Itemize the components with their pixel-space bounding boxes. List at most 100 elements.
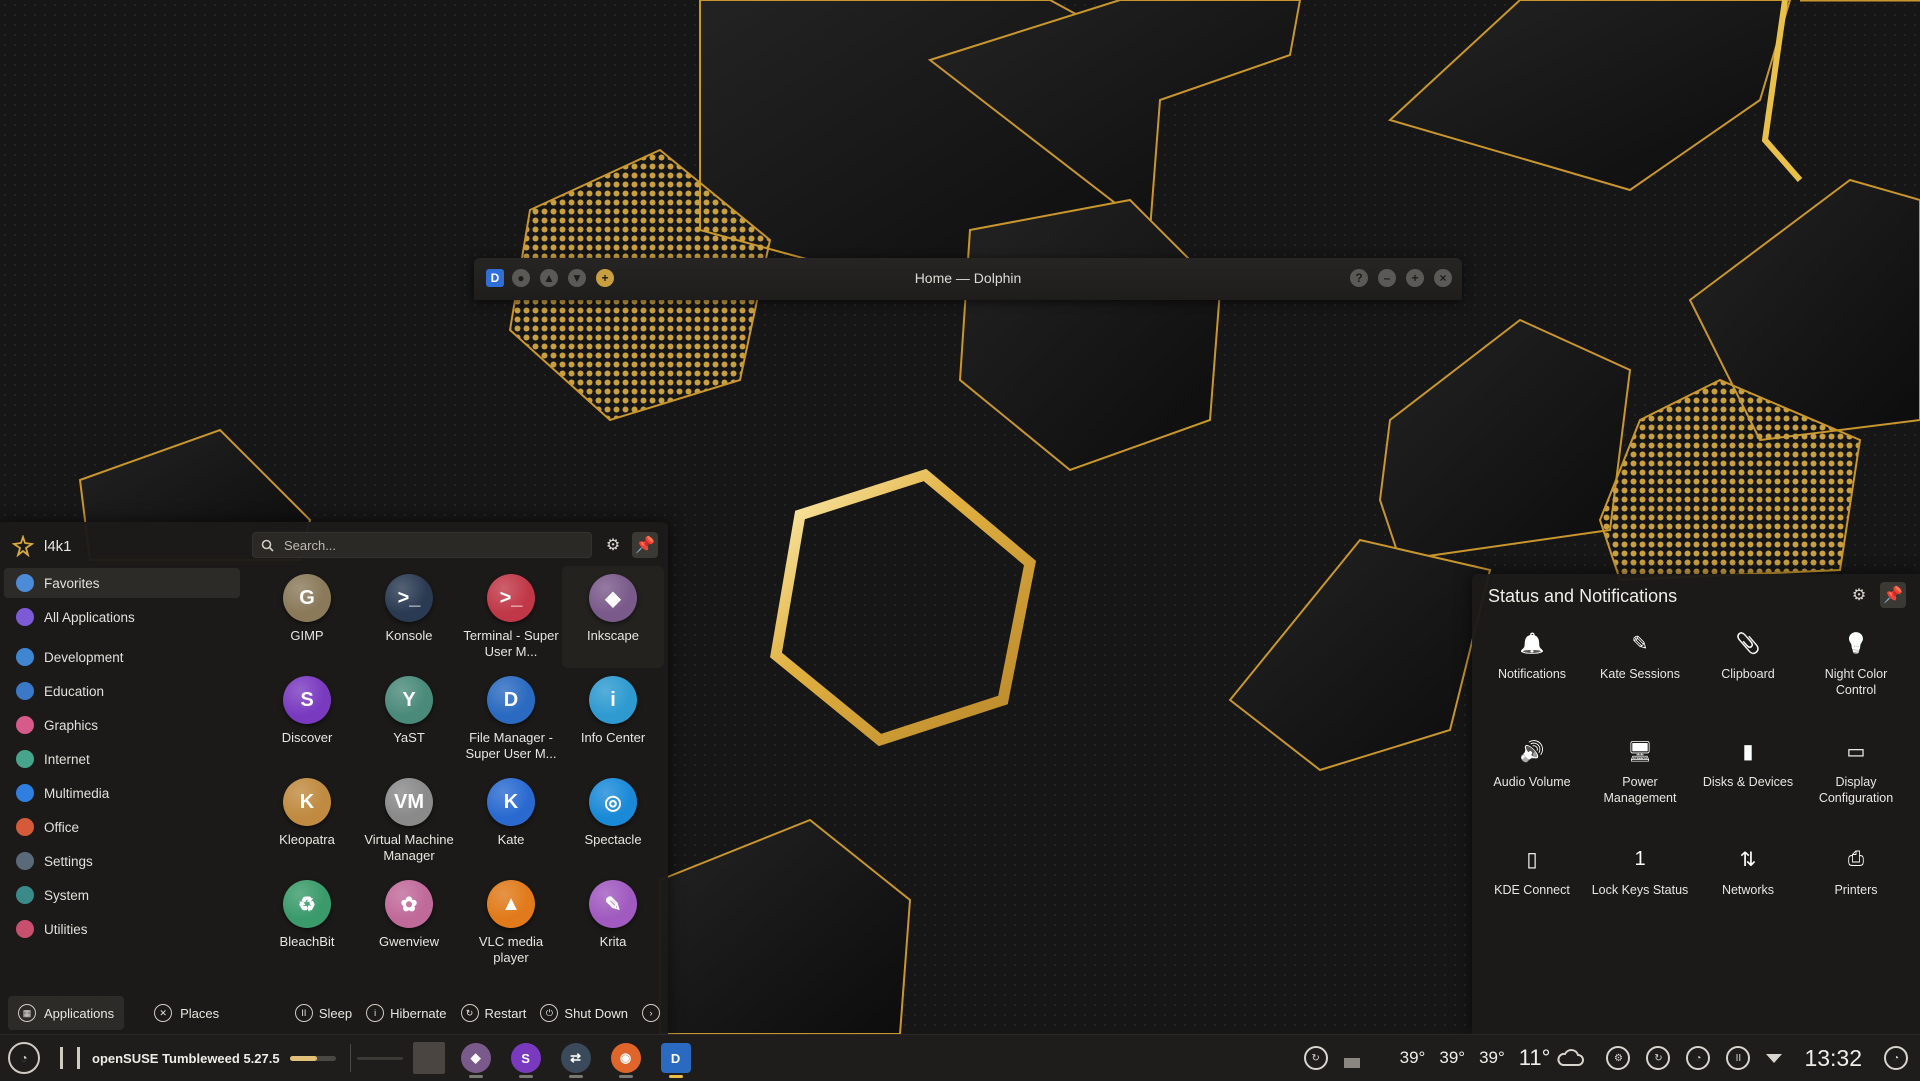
firefox-icon: ◉ bbox=[610, 1043, 641, 1073]
tray-applets-grid: 🔔 Notifications ✎ Kate Sessions 📎 Clipboard 💡 N… bbox=[1478, 628, 1914, 952]
clock-power-icon[interactable]: ◔ bbox=[1686, 1046, 1711, 1070]
tray-applet-audio-volume[interactable]: 🔊 Audio Volume bbox=[1478, 736, 1586, 844]
hibernate-button[interactable]: i Hibernate bbox=[366, 1004, 447, 1022]
category-label: Office bbox=[44, 819, 80, 835]
update-notifier-icon[interactable]: ↻ bbox=[1303, 1046, 1328, 1070]
app-tile[interactable]: VM Virtual Machine Manager bbox=[358, 770, 460, 872]
task-indicator bbox=[618, 1075, 633, 1078]
cloud-icon[interactable] bbox=[1556, 1048, 1585, 1068]
task-inkscape[interactable]: ◆ bbox=[460, 1043, 491, 1078]
tray-applet-label: KDE Connect bbox=[1494, 883, 1570, 897]
tray-applet-lock-keys-status[interactable]: 1 Lock Keys Status bbox=[1586, 844, 1694, 952]
tray-applet-display-configuration[interactable]: ▭ Display Configuration bbox=[1802, 736, 1910, 844]
app-tile[interactable]: ▲ VLC media player bbox=[460, 872, 562, 974]
application-launcher-button[interactable]: ◔ bbox=[8, 1042, 40, 1074]
app-tile[interactable]: K Kate bbox=[460, 770, 562, 872]
tray-applet-night-color-control[interactable]: 💡 Night Color Control bbox=[1802, 628, 1910, 736]
category-graphics[interactable]: Graphics bbox=[4, 710, 240, 740]
app-label: YaST bbox=[393, 730, 425, 745]
peek-desktop-icon[interactable]: ◔ bbox=[1884, 1046, 1908, 1070]
app-tile[interactable]: D File Manager - Super User M... bbox=[460, 668, 562, 770]
tray-applet-networks[interactable]: ⇅ Networks bbox=[1694, 844, 1802, 952]
category-settings[interactable]: Settings bbox=[4, 846, 240, 876]
category-icon bbox=[16, 682, 34, 700]
app-label: Discover bbox=[281, 730, 333, 745]
app-tile[interactable]: ♻ BleachBit bbox=[256, 872, 358, 974]
digital-clock[interactable]: 13:32 bbox=[1804, 1045, 1862, 1072]
tray-applet-label: Kate Sessions bbox=[1600, 667, 1680, 681]
category-office[interactable]: Office bbox=[4, 812, 240, 842]
category-label: Favorites bbox=[44, 575, 100, 591]
tab-places[interactable]: ✕ Places bbox=[144, 996, 229, 1030]
maximize-button[interactable]: + bbox=[1406, 269, 1424, 287]
taskbar-panel: ◔ openSUSE Tumbleweed 5.27.5 ◆ S ⇄ ◉ D ↻… bbox=[0, 1034, 1920, 1081]
app-tile[interactable]: >_ Terminal - Super User M... bbox=[460, 566, 562, 668]
app-tile[interactable]: ◆ Inkscape bbox=[562, 566, 664, 668]
configure-tray-button[interactable]: ⚙ bbox=[1846, 582, 1872, 608]
category-label: Internet bbox=[44, 751, 90, 767]
app-label: Krita bbox=[599, 934, 627, 949]
configure-launcher-button[interactable]: ⚙ bbox=[600, 532, 626, 558]
desktop-pager-icon[interactable] bbox=[60, 1047, 80, 1069]
shutdown-button[interactable]: ⏻ Shut Down bbox=[540, 1004, 628, 1022]
search-field[interactable] bbox=[252, 532, 592, 558]
search-input[interactable] bbox=[282, 536, 566, 554]
settings-tray-icon[interactable]: ⚙ bbox=[1606, 1046, 1631, 1070]
app-tile[interactable]: i Info Center bbox=[562, 668, 664, 770]
window-title: Home — Dolphin bbox=[914, 270, 1022, 286]
dolphin-window-titlebar[interactable]: D ● ▲ ▼ + Home — Dolphin ? – + × bbox=[474, 258, 1462, 300]
tray-applet-kde-connect[interactable]: ▯ KDE Connect bbox=[1478, 844, 1586, 952]
app-tile[interactable]: ◎ Spectacle bbox=[562, 770, 664, 872]
category-internet[interactable]: Internet bbox=[4, 744, 240, 774]
help-button[interactable]: ? bbox=[1350, 269, 1368, 287]
restart-button[interactable]: ↻ Restart bbox=[460, 1004, 526, 1022]
category-label: Education bbox=[44, 683, 105, 699]
pin-launcher-button[interactable]: 📌 bbox=[632, 532, 658, 558]
show-desktop-button[interactable] bbox=[412, 1042, 445, 1074]
display-icon: ▭ bbox=[1846, 740, 1866, 763]
system-tray-popup: Status and Notifications ⚙ 📌 🔔 Notificati… bbox=[1472, 574, 1920, 1034]
category-icon bbox=[16, 818, 34, 836]
cpu-graph-icon[interactable] bbox=[1343, 1048, 1360, 1068]
close-button[interactable]: × bbox=[1434, 269, 1452, 287]
weather-temperature[interactable]: 11° bbox=[1519, 1045, 1551, 1071]
task-discover[interactable]: S bbox=[510, 1043, 541, 1078]
category-all-applications[interactable]: All Applications bbox=[4, 602, 240, 632]
tray-applet-clipboard[interactable]: 📎 Clipboard bbox=[1694, 628, 1802, 736]
tray-applet-disks-devices[interactable]: ▮ Disks & Devices bbox=[1694, 736, 1802, 844]
media-pause-icon[interactable]: II bbox=[1726, 1046, 1751, 1070]
app-tile[interactable]: ✿ Gwenview bbox=[358, 872, 460, 974]
sleep-button[interactable]: II Sleep bbox=[294, 1004, 352, 1022]
category-multimedia[interactable]: Multimedia bbox=[4, 778, 240, 808]
tray-applet-power-management[interactable]: 🖥 Power Management bbox=[1586, 736, 1694, 844]
tray-expand-arrow-icon[interactable] bbox=[1766, 1053, 1783, 1063]
tray-applet-kate-sessions[interactable]: ✎ Kate Sessions bbox=[1586, 628, 1694, 736]
tab-applications[interactable]: ▦ Applications bbox=[8, 996, 125, 1030]
category-utilities[interactable]: Utilities bbox=[4, 914, 240, 944]
app-tile[interactable]: K Kleopatra bbox=[256, 770, 358, 872]
task-indicator bbox=[518, 1075, 533, 1078]
minimize-button[interactable]: – bbox=[1378, 269, 1396, 287]
tray-applet-label: Printers bbox=[1834, 883, 1878, 897]
app-tile[interactable]: ✎ Krita bbox=[562, 872, 664, 974]
leave-more-button[interactable]: › bbox=[642, 1004, 660, 1022]
favorites-grid: G GIMP >_ Konsole >_ Terminal - Super User M.… bbox=[256, 566, 668, 966]
user-header[interactable]: l4k1 bbox=[12, 534, 72, 558]
category-system[interactable]: System bbox=[4, 880, 240, 910]
tray-applet-printers[interactable]: ⎙ Printers bbox=[1802, 844, 1910, 952]
category-education[interactable]: Education bbox=[4, 676, 240, 706]
volume-slider[interactable] bbox=[289, 1055, 336, 1061]
tray-applet-notifications[interactable]: 🔔 Notifications bbox=[1478, 628, 1586, 736]
sync-icon[interactable]: ↻ bbox=[1646, 1046, 1671, 1070]
category-development[interactable]: Development bbox=[4, 642, 240, 672]
app-tile[interactable]: >_ Konsole bbox=[358, 566, 460, 668]
category-favorites[interactable]: Favorites bbox=[4, 568, 240, 598]
pin-popup-button[interactable]: 📌 bbox=[1880, 582, 1906, 608]
task-dolphin[interactable]: D bbox=[660, 1043, 691, 1078]
task-firefox[interactable]: ◉ bbox=[610, 1043, 641, 1078]
app-tile[interactable]: Y YaST bbox=[358, 668, 460, 770]
system-tray: ↻ 39° 39° 39° 11° ⚙ ↻ ◔ II 13:32 ◔ bbox=[1303, 1045, 1920, 1072]
app-tile[interactable]: S Discover bbox=[256, 668, 358, 770]
task-system-settings[interactable]: ⇄ bbox=[560, 1043, 591, 1078]
app-tile[interactable]: G GIMP bbox=[256, 566, 358, 668]
